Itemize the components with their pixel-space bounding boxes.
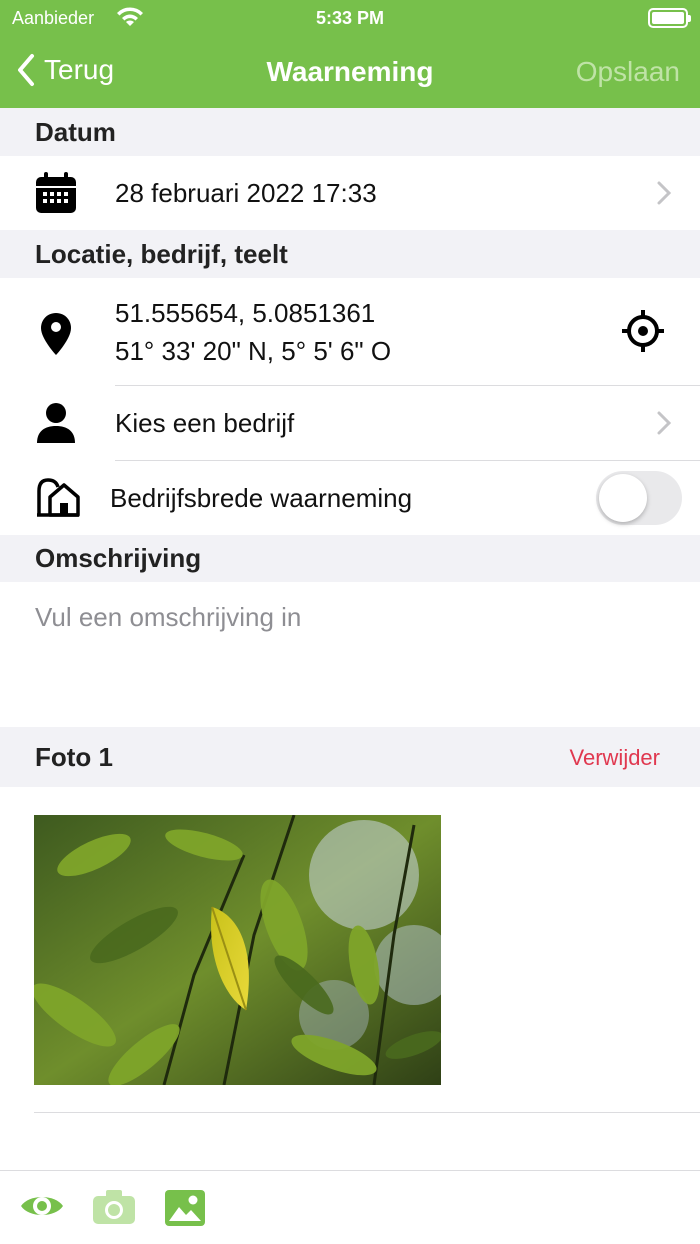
coordinates-value: 51.555654, 5.0851361 xyxy=(115,298,376,328)
map-pin-icon xyxy=(30,312,82,356)
clock: 5:33 PM xyxy=(315,8,385,28)
section-header-date: Datum xyxy=(0,108,700,156)
calendar-icon xyxy=(30,172,82,214)
status-bar: Aanbieder 5:33 PM xyxy=(0,0,700,36)
photo-thumbnail[interactable] xyxy=(34,815,441,1085)
section-header-location: Locatie, bedrijf, teelt xyxy=(0,230,700,278)
chevron-right-icon xyxy=(657,411,672,435)
person-icon xyxy=(30,402,82,444)
date-row[interactable]: 28 februari 2022 17:33 xyxy=(0,156,700,230)
photo-header: Foto 1 Verwijder xyxy=(0,727,700,787)
company-wide-toggle[interactable] xyxy=(596,471,682,525)
date-value: 28 februari 2022 17:33 xyxy=(115,178,377,208)
description-field[interactable]: Vul een omschrijving in xyxy=(0,582,700,727)
eye-icon[interactable] xyxy=(19,1191,65,1221)
company-label: Kies een bedrijf xyxy=(115,408,295,438)
crosshair-icon[interactable] xyxy=(622,310,664,352)
section-header-description: Omschrijving xyxy=(0,535,700,582)
photo-label: Foto 1 xyxy=(35,742,113,772)
navigation-bar: Aanbieder 5:33 PM Terug Waarneming Opsla… xyxy=(0,0,700,108)
location-row[interactable]: 51.555654, 5.0851361 51° 33' 20" N, 5° 5… xyxy=(0,278,700,386)
image-icon[interactable] xyxy=(164,1189,206,1227)
battery-icon xyxy=(648,8,691,28)
camera-icon[interactable] xyxy=(92,1189,136,1225)
divider xyxy=(34,1112,700,1113)
company-row[interactable]: Kies een bedrijf xyxy=(0,386,700,460)
company-wide-label: Bedrijfsbrede waarneming xyxy=(110,483,413,513)
company-wide-row: Bedrijfsbrede waarneming xyxy=(0,461,700,535)
delete-photo-button[interactable]: Verwijder xyxy=(570,745,660,771)
bottom-toolbar xyxy=(0,1170,700,1244)
description-placeholder: Vul een omschrijving in xyxy=(35,602,302,632)
save-button[interactable]: Opslaan xyxy=(576,56,680,88)
coordinates-dms: 51° 33' 20" N, 5° 5' 6" O xyxy=(115,336,392,366)
chevron-right-icon xyxy=(657,181,672,205)
building-icon xyxy=(32,477,84,517)
